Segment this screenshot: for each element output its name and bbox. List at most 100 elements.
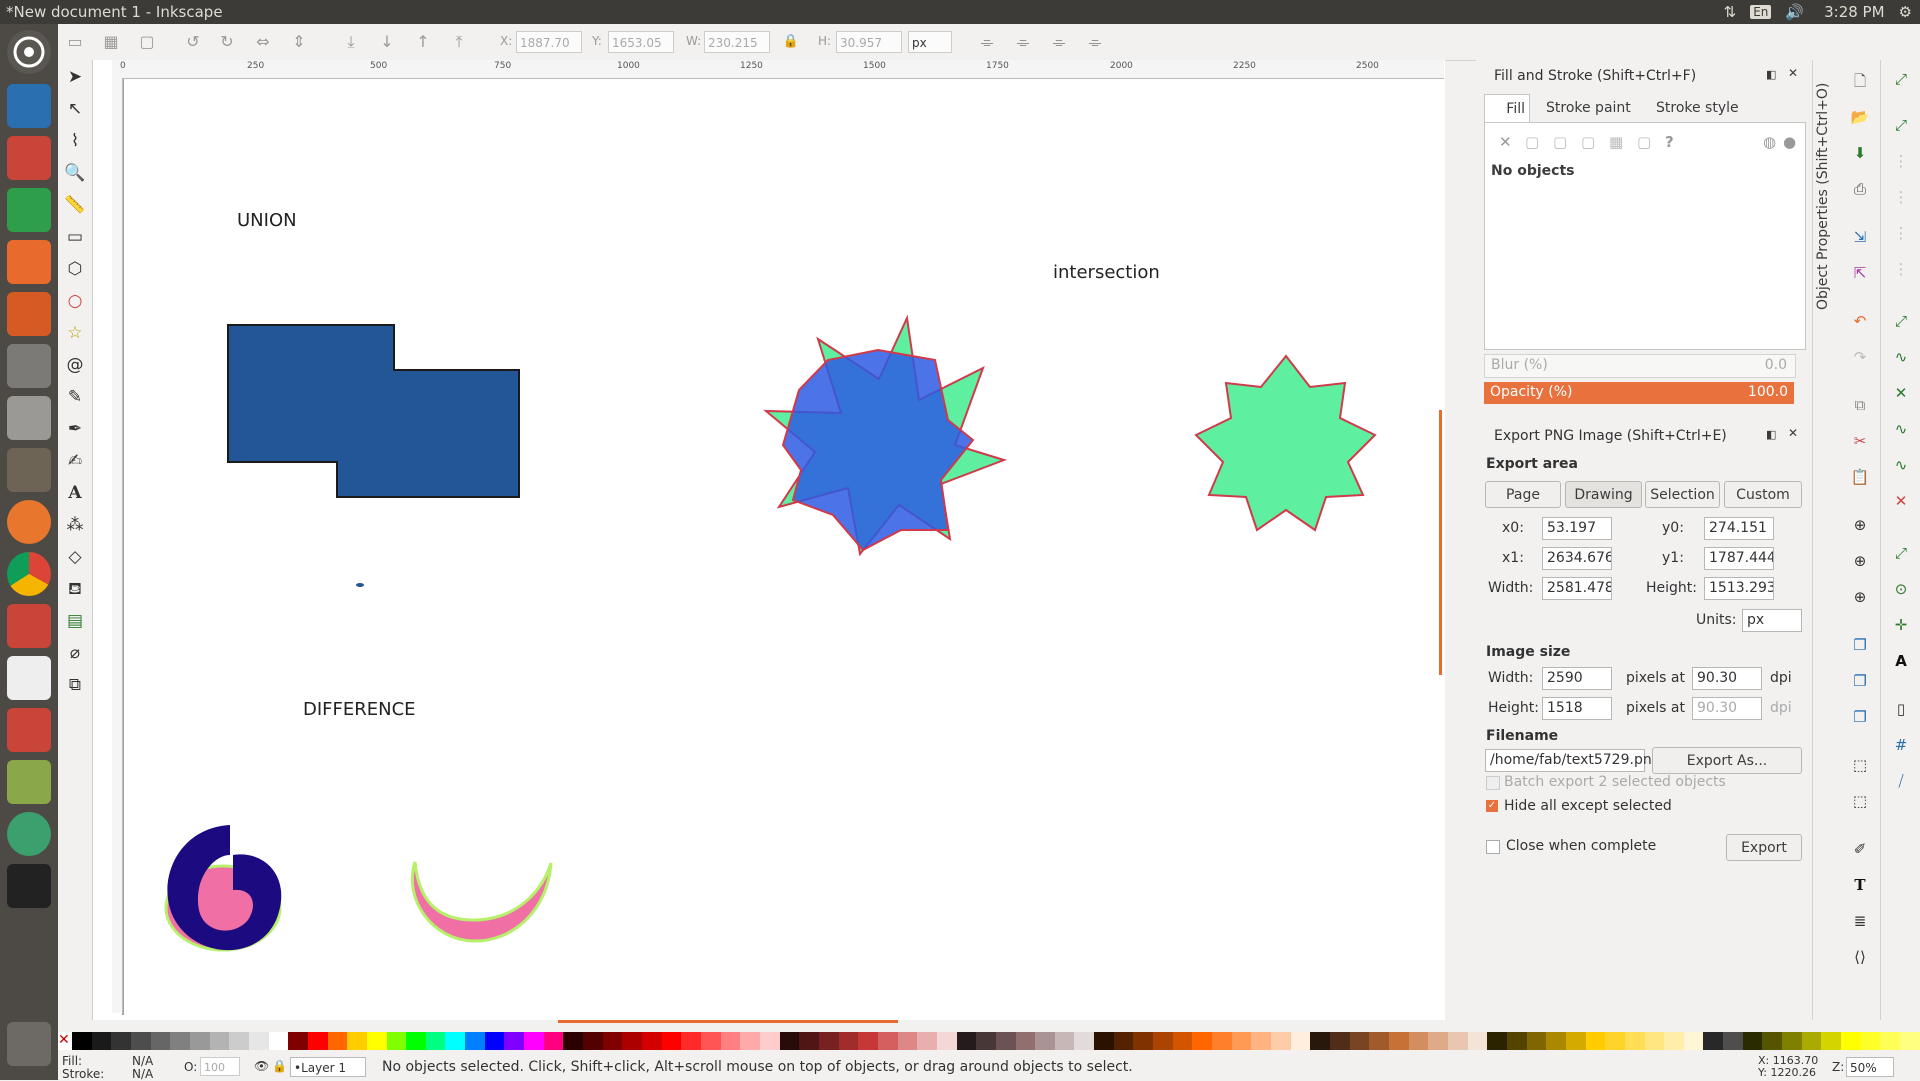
dash-home-icon[interactable] — [7, 30, 51, 74]
snap-bbox-centers-icon[interactable]: ⋮ — [1888, 256, 1914, 282]
firefox-icon[interactable] — [7, 500, 51, 544]
palette-swatch[interactable] — [759, 1032, 780, 1050]
text-font-icon[interactable]: T — [1847, 872, 1873, 898]
palette-swatch[interactable] — [1624, 1032, 1645, 1050]
ungroup-icon[interactable]: ⬚ — [1847, 788, 1873, 814]
palette-swatch[interactable] — [1212, 1032, 1232, 1050]
palette-swatch[interactable] — [130, 1032, 151, 1050]
ellipse-tool-icon[interactable]: ○ — [62, 288, 88, 314]
scale-stroke-icon[interactable]: ⌯ — [976, 31, 998, 53]
network-icon[interactable]: ⇅ — [1724, 3, 1737, 21]
snap-rotation-center-icon[interactable]: ✛ — [1888, 612, 1914, 638]
intersection-result-shape[interactable] — [1194, 354, 1377, 532]
document-viewer-icon[interactable] — [7, 84, 51, 128]
palette-swatch[interactable] — [1506, 1032, 1527, 1050]
palette-swatch[interactable] — [209, 1032, 230, 1050]
palette-swatch[interactable] — [740, 1032, 760, 1050]
pen-tool-icon[interactable]: ✒ — [62, 416, 88, 442]
no-paint-icon[interactable]: ✕ — [1499, 133, 1512, 151]
chrome-icon[interactable] — [7, 552, 51, 596]
tweak-tool-icon[interactable]: ⌇ — [62, 128, 88, 154]
rotate-ccw-icon[interactable]: ↺ — [182, 31, 204, 53]
system-settings-icon[interactable] — [7, 344, 51, 388]
presentation-icon[interactable] — [7, 292, 51, 336]
palette-swatch[interactable] — [189, 1032, 210, 1050]
palette-swatch[interactable] — [681, 1032, 701, 1050]
palette-swatch[interactable] — [563, 1032, 584, 1050]
palette-swatch[interactable] — [1664, 1032, 1684, 1050]
volume-icon[interactable]: 🔊 — [1785, 3, 1804, 21]
palette-swatch[interactable] — [366, 1032, 387, 1050]
snap-grids-icon[interactable]: # — [1888, 732, 1914, 758]
software-center-icon[interactable] — [7, 240, 51, 284]
y0-input[interactable]: 274.151 — [1704, 517, 1774, 540]
palette-swatch[interactable] — [1467, 1032, 1488, 1050]
measure-tool-icon[interactable]: 📏 — [62, 192, 88, 218]
pdf-app-icon[interactable] — [7, 708, 51, 752]
flip-vertical-icon[interactable]: ⇕ — [288, 31, 310, 53]
palette-swatch[interactable] — [661, 1032, 682, 1050]
palette-swatch[interactable] — [1035, 1032, 1055, 1050]
palette-swatch[interactable] — [995, 1032, 1016, 1050]
gimp-icon[interactable] — [7, 448, 51, 492]
area-page-button[interactable]: Page — [1485, 481, 1561, 508]
palette-swatch[interactable] — [1330, 1032, 1350, 1050]
fill-rule-nonzero-icon[interactable]: ● — [1783, 133, 1796, 151]
import-icon[interactable]: ⇲ — [1847, 224, 1873, 250]
filename-input[interactable]: /home/fab/text5729.png — [1485, 749, 1661, 772]
palette-swatch[interactable] — [1094, 1032, 1114, 1050]
palette-swatch[interactable] — [1015, 1032, 1036, 1050]
palette-swatch[interactable] — [1231, 1032, 1252, 1050]
rectangle-tool-icon[interactable]: ▭ — [62, 224, 88, 250]
tab-fill[interactable]: Fill — [1484, 94, 1530, 123]
sketch-app-icon[interactable] — [7, 656, 51, 700]
snap-bbox-midpoints-icon[interactable]: ⋮ — [1888, 220, 1914, 246]
tab-stroke-paint[interactable]: Stroke paint — [1546, 94, 1631, 122]
tiny-ellipse[interactable] — [356, 583, 364, 587]
palette-swatch[interactable] — [524, 1032, 544, 1050]
palette-swatch[interactable] — [465, 1032, 485, 1050]
palette-swatch[interactable] — [1585, 1032, 1606, 1050]
x1-input[interactable]: 2634.676 — [1542, 547, 1612, 570]
deselect-icon[interactable]: ▢ — [136, 31, 158, 53]
palette-swatch-none[interactable]: ✕ — [58, 1032, 72, 1050]
scale-corners-icon[interactable]: ⌯ — [1012, 31, 1034, 53]
unit-select[interactable]: px — [908, 31, 952, 53]
palette-swatch[interactable] — [543, 1032, 564, 1050]
image-width-input[interactable]: 2590 — [1542, 667, 1612, 690]
atom-icon[interactable] — [7, 812, 51, 856]
snap-bbox-corners-icon[interactable]: ⋮ — [1888, 184, 1914, 210]
dpi-x-input[interactable]: 90.30 — [1692, 667, 1762, 690]
palette-swatch[interactable] — [622, 1032, 643, 1050]
palette-swatch[interactable] — [1900, 1032, 1920, 1050]
h-input[interactable]: 30.957 — [836, 31, 902, 53]
palette-swatch[interactable] — [1683, 1032, 1704, 1050]
palette-swatch[interactable] — [1860, 1032, 1881, 1050]
palette-swatch[interactable] — [1133, 1032, 1154, 1050]
spray-tool-icon[interactable]: ⁂ — [62, 512, 88, 538]
export-as-button[interactable]: Export As... — [1652, 747, 1802, 774]
palette-swatch[interactable] — [347, 1032, 367, 1050]
keyboard-layout-indicator[interactable]: En — [1750, 5, 1772, 19]
palette-swatch[interactable] — [956, 1032, 977, 1050]
units-select[interactable]: px — [1742, 609, 1802, 632]
image-height-input[interactable]: 1518 — [1542, 697, 1612, 720]
palette-swatch[interactable] — [1074, 1032, 1095, 1050]
selector-tool-icon[interactable]: ➤ — [62, 64, 88, 90]
undo-icon[interactable]: ↶ — [1847, 308, 1873, 334]
palette-swatch[interactable] — [1546, 1032, 1566, 1050]
color-palette[interactable]: ✕ — [58, 1032, 1920, 1054]
palette-swatch[interactable] — [150, 1032, 171, 1050]
palette-swatch[interactable] — [720, 1032, 741, 1050]
radial-gradient-icon[interactable]: ▢ — [1581, 133, 1595, 151]
raise-to-top-icon[interactable]: ⤒ — [448, 31, 470, 53]
close-when-complete-checkbox[interactable] — [1486, 840, 1500, 854]
hide-layer-icon[interactable]: 👁 — [254, 1059, 269, 1073]
redo-icon[interactable]: ↷ — [1847, 344, 1873, 370]
batch-checkbox[interactable] — [1486, 776, 1500, 790]
palette-swatch[interactable] — [1271, 1032, 1291, 1050]
area-drawing-button[interactable]: Drawing — [1565, 481, 1642, 508]
blue-star[interactable] — [781, 348, 975, 552]
palette-swatch[interactable] — [1113, 1032, 1134, 1050]
palette-swatch[interactable] — [1153, 1032, 1173, 1050]
